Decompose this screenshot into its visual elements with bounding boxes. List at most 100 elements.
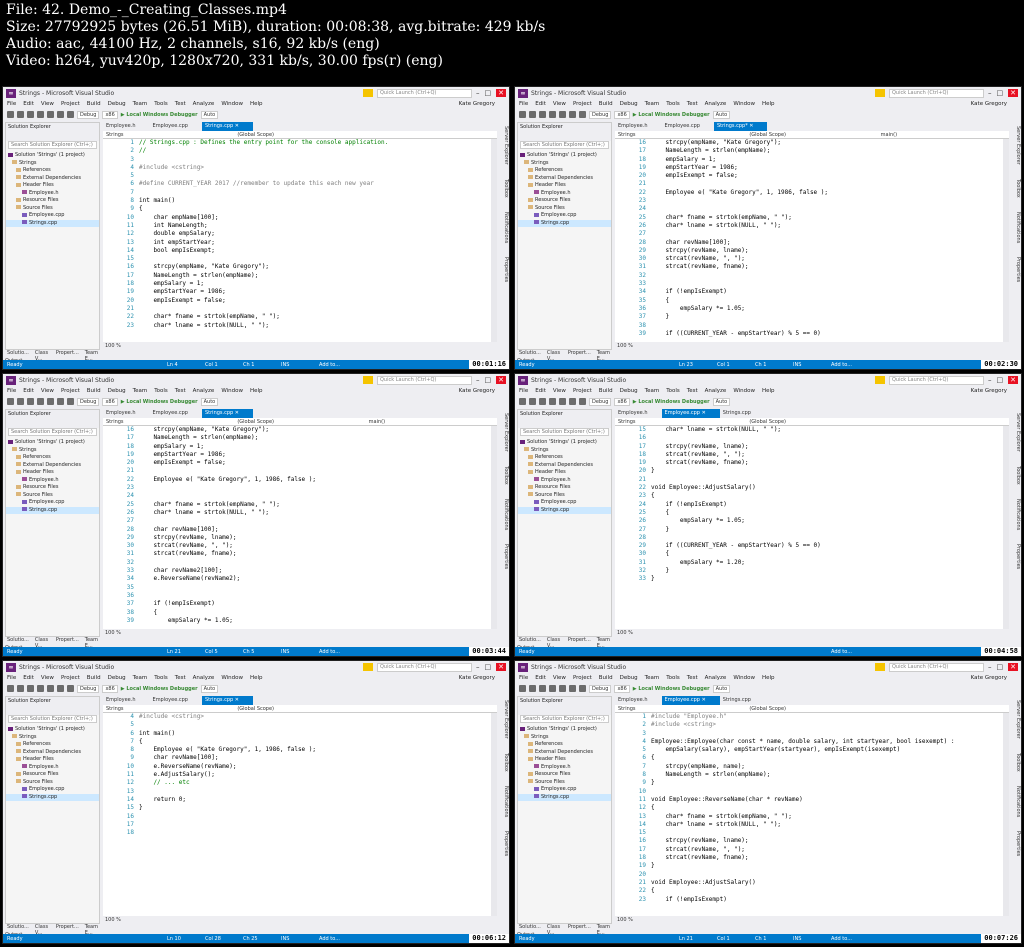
code-editor[interactable]: 16 strcpy(empName, "Kate Gregory"); 17 Na… (103, 426, 497, 629)
solution-explorer-search[interactable]: Search Solution Explorer (Ctrl+;) (520, 715, 609, 723)
close-icon[interactable]: ✕ (496, 376, 506, 384)
menu-project[interactable]: Project (573, 675, 592, 681)
explorer-tab[interactable]: Solutio... (7, 350, 29, 358)
explorer-tab[interactable]: Solutio... (519, 637, 541, 645)
side-tab[interactable]: Properties (499, 544, 509, 569)
close-icon[interactable]: ✕ (1008, 663, 1018, 671)
new-project-icon[interactable] (27, 685, 34, 692)
user-account[interactable]: Kate Gregory (971, 388, 1007, 394)
tree-item[interactable]: Employee.h (518, 764, 611, 772)
nav-project-select[interactable]: Strings (615, 705, 746, 712)
tree-item[interactable]: Employee.h (6, 764, 99, 772)
solution-config-select[interactable]: Debug (589, 110, 612, 119)
nav-project-select[interactable]: Strings (103, 705, 234, 712)
forward-icon[interactable] (529, 111, 536, 118)
tree-item[interactable]: External Dependencies (6, 175, 99, 183)
menu-team[interactable]: Team (645, 675, 660, 681)
tree-item[interactable]: Strings (518, 447, 611, 455)
document-tab[interactable]: Employee.h (103, 409, 150, 418)
redo-icon[interactable] (67, 111, 74, 118)
document-tab[interactable]: Strings.cpp (720, 696, 765, 705)
menu-tools[interactable]: Tools (666, 388, 680, 394)
tree-item[interactable]: Header Files (6, 469, 99, 477)
tree-item[interactable]: Resource Files (518, 484, 611, 492)
menu-window[interactable]: Window (221, 388, 243, 394)
feedback-flag-icon[interactable] (875, 89, 885, 97)
menu-help[interactable]: Help (250, 388, 263, 394)
explorer-tab[interactable]: Propert... (56, 350, 79, 358)
side-tab[interactable]: Toolbox (1011, 753, 1021, 772)
document-tab[interactable]: Strings.cpp ✕ (201, 696, 253, 705)
new-project-icon[interactable] (539, 685, 546, 692)
tree-item[interactable]: Solution 'Strings' (1 project) (518, 726, 611, 734)
nav-member-select[interactable]: main() (878, 131, 1009, 138)
back-icon[interactable] (7, 398, 14, 405)
add-to-source-control[interactable]: Add to... (831, 649, 869, 655)
side-tab[interactable]: Server Explorer (1011, 126, 1021, 165)
menu-view[interactable]: View (41, 388, 54, 394)
nav-scope-select[interactable]: (Global Scope) (746, 418, 877, 425)
tree-item[interactable]: Employee.h (6, 190, 99, 198)
menu-file[interactable]: File (519, 101, 528, 107)
save-all-icon[interactable] (559, 685, 566, 692)
nav-member-select[interactable]: main() (366, 418, 497, 425)
solution-explorer-search[interactable]: Search Solution Explorer (Ctrl+;) (520, 141, 609, 149)
nav-member-select[interactable] (366, 131, 497, 138)
menu-team[interactable]: Team (133, 388, 148, 394)
explorer-tab[interactable]: Team E... (85, 637, 100, 649)
explorer-tab[interactable]: Class V... (547, 637, 562, 649)
tree-item[interactable]: Strings.cpp (6, 793, 99, 801)
code-editor[interactable]: 1 #include "Employee.h" 2 #include <cstring… (615, 713, 1009, 916)
redo-icon[interactable] (579, 398, 586, 405)
tree-item[interactable]: Source Files (518, 205, 611, 213)
explorer-tab[interactable]: Propert... (56, 637, 79, 645)
editor-scrollbar[interactable] (1003, 426, 1009, 629)
undo-icon[interactable] (57, 111, 64, 118)
document-tab[interactable]: Strings.cpp (720, 409, 765, 418)
menu-build[interactable]: Build (87, 675, 101, 681)
tree-item[interactable]: Strings.cpp (6, 506, 99, 514)
menu-project[interactable]: Project (573, 388, 592, 394)
quick-launch-input[interactable]: Quick Launch (Ctrl+Q) (889, 88, 984, 98)
side-tab[interactable]: Server Explorer (499, 413, 509, 452)
feedback-flag-icon[interactable] (363, 663, 373, 671)
side-tab[interactable]: Server Explorer (499, 700, 509, 739)
tree-item[interactable]: Employee.cpp (518, 212, 611, 220)
save-all-icon[interactable] (47, 111, 54, 118)
menu-debug[interactable]: Debug (108, 101, 126, 107)
tree-item[interactable]: Employee.h (6, 477, 99, 485)
minimize-icon[interactable]: – (476, 89, 480, 97)
tree-item[interactable]: External Dependencies (518, 462, 611, 470)
add-to-source-control[interactable]: Add to... (319, 362, 357, 368)
explorer-tab[interactable]: Class V... (35, 637, 50, 649)
side-tab[interactable]: Properties (1011, 831, 1021, 856)
new-project-icon[interactable] (539, 398, 546, 405)
tree-item[interactable]: Solution 'Strings' (1 project) (6, 726, 99, 734)
tree-item[interactable]: Source Files (6, 492, 99, 500)
menu-help[interactable]: Help (250, 675, 263, 681)
menu-view[interactable]: View (553, 675, 566, 681)
menu-edit[interactable]: Edit (535, 388, 546, 394)
tree-item[interactable]: Employee.cpp (518, 499, 611, 507)
feedback-flag-icon[interactable] (875, 663, 885, 671)
minimize-icon[interactable]: – (988, 663, 992, 671)
tree-item[interactable]: Resource Files (6, 771, 99, 779)
add-to-source-control[interactable]: Add to... (319, 649, 357, 655)
menu-project[interactable]: Project (61, 388, 80, 394)
tree-item[interactable]: References (518, 167, 611, 175)
explorer-tab[interactable]: Team E... (597, 924, 612, 936)
minimize-icon[interactable]: – (988, 376, 992, 384)
save-icon[interactable] (37, 111, 44, 118)
menu-test[interactable]: Test (687, 388, 698, 394)
side-tab[interactable]: Properties (1011, 544, 1021, 569)
tree-item[interactable]: References (6, 741, 99, 749)
tree-item[interactable]: References (518, 454, 611, 462)
menu-file[interactable]: File (519, 388, 528, 394)
document-tab[interactable]: Employee.cpp (662, 122, 714, 131)
user-account[interactable]: Kate Gregory (971, 101, 1007, 107)
tree-item[interactable]: Header Files (518, 182, 611, 190)
start-debugging-button[interactable]: ▶ Local Windows Debugger (121, 686, 198, 692)
tree-item[interactable]: Source Files (518, 779, 611, 787)
save-icon[interactable] (549, 398, 556, 405)
menu-test[interactable]: Test (175, 675, 186, 681)
